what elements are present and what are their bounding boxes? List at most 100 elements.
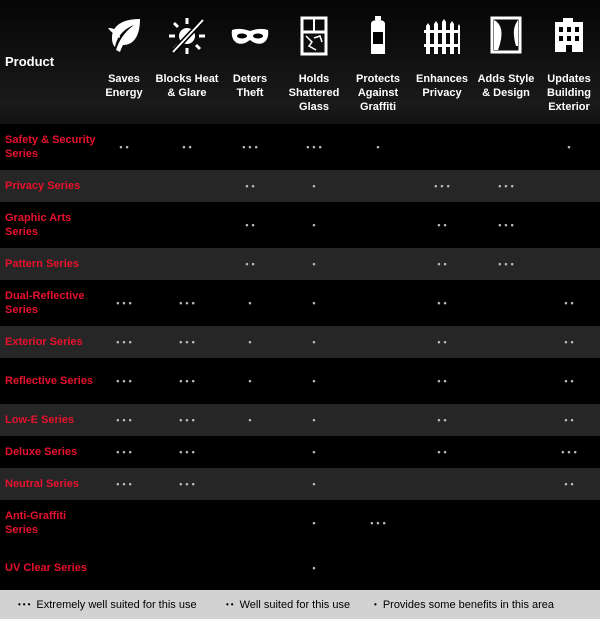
rating-dots: ••	[564, 376, 577, 386]
rating-dots: •	[376, 142, 383, 152]
column-label: Protects Against Graffiti	[355, 73, 401, 113]
rating-dots: •	[248, 376, 255, 386]
rating-dots: ••	[437, 376, 450, 386]
row-series-name[interactable]: Anti-Graffiti Series	[5, 509, 100, 537]
table-row: Privacy Series •• • ••• •••	[0, 170, 600, 202]
rating-dots: •	[248, 337, 255, 347]
product-column-header: Product	[5, 54, 55, 69]
row-series-name[interactable]: Deluxe Series	[5, 445, 100, 459]
rating-dots: •••	[561, 447, 580, 457]
row-series-name[interactable]: Dual-Reflective Series	[5, 289, 100, 317]
column-saves-energy: Saves Energy	[92, 0, 156, 124]
rating-dots: •	[312, 563, 319, 573]
row-series-name[interactable]: Pattern Series	[5, 257, 100, 271]
rating-dots: •••	[116, 447, 135, 457]
rating-dots: ••	[564, 337, 577, 347]
row-series-name[interactable]: Low-E Series	[5, 413, 100, 427]
table-row: Neutral Series ••• ••• • ••	[0, 468, 600, 500]
rating-dots: •	[248, 298, 255, 308]
rating-dots: •••	[306, 142, 325, 152]
rating-dots: •	[312, 376, 319, 386]
row-series-name[interactable]: Reflective Series	[5, 374, 100, 388]
rating-dots: •	[312, 447, 319, 457]
table-row: Exterior Series ••• ••• • • •• ••	[0, 326, 600, 358]
curtain-window-icon	[486, 16, 526, 56]
rating-dots: •	[312, 181, 319, 191]
row-series-name[interactable]: Neutral Series	[5, 477, 100, 491]
legend-item-extremely: ••• Extremely well suited for this use	[18, 590, 197, 619]
column-blocks-heat: Blocks Heat & Glare	[155, 0, 219, 124]
table-row: Pattern Series •• • •• •••	[0, 248, 600, 280]
legend-text: Extremely well suited for this use	[36, 598, 197, 611]
legend-text: Well suited for this use	[239, 598, 351, 611]
rating-dots: •	[248, 415, 255, 425]
row-series-name[interactable]: Safety & Security Series	[5, 133, 100, 161]
building-icon	[549, 16, 589, 56]
rating-dots: •	[312, 298, 319, 308]
rating-dots: •••	[179, 298, 198, 308]
film-comparison-table: Product Saves Energy Blocks Heat & Glare…	[0, 0, 600, 619]
table-row: Anti-Graffiti Series • •••	[0, 500, 600, 546]
table-row: Deluxe Series ••• ••• • •• •••	[0, 436, 600, 468]
spray-can-icon	[358, 16, 398, 56]
rating-dots: ••	[564, 415, 577, 425]
rating-dots: •	[567, 142, 574, 152]
rating-dots: •••	[434, 181, 453, 191]
table-row: Dual-Reflective Series ••• ••• • • •• ••	[0, 280, 600, 326]
column-label: Adds Style & Design	[477, 73, 535, 99]
table-row: Safety & Security Series •• •• ••• ••• •…	[0, 124, 600, 170]
rating-dots: •••	[179, 447, 198, 457]
rating-dots: ••	[119, 142, 132, 152]
row-series-name[interactable]: Graphic Arts Series	[5, 211, 100, 239]
shattered-window-icon	[294, 16, 334, 56]
sun-blocked-icon	[167, 16, 207, 56]
legend-dots: •••	[18, 600, 33, 609]
rating-dots: •	[312, 479, 319, 489]
rating-dots: ••	[564, 298, 577, 308]
rating-dots: •••	[116, 376, 135, 386]
row-series-name[interactable]: Exterior Series	[5, 335, 100, 349]
leaf-icon	[104, 16, 144, 56]
rating-dots: ••	[182, 142, 195, 152]
column-label: Holds Shattered Glass	[288, 73, 340, 113]
rating-dots: •••	[498, 259, 517, 269]
rating-dots: •••	[242, 142, 261, 152]
legend-dots: ••	[226, 600, 236, 609]
legend-item-some: • Provides some benefits in this area	[374, 590, 554, 619]
rating-dots: •••	[370, 518, 389, 528]
column-label: Updates Building Exterior	[547, 73, 591, 113]
column-graffiti: Protects Against Graffiti	[346, 0, 410, 124]
column-deters-theft: Deters Theft	[218, 0, 282, 124]
rating-dots: •••	[116, 479, 135, 489]
column-privacy: Enhances Privacy	[410, 0, 474, 124]
rating-dots: ••	[437, 220, 450, 230]
table-header: Product Saves Energy Blocks Heat & Glare…	[0, 0, 600, 124]
bandit-mask-icon	[230, 16, 270, 56]
fence-icon	[422, 16, 462, 56]
rating-dots: •••	[179, 376, 198, 386]
table-row: Low-E Series ••• ••• • • •• ••	[0, 404, 600, 436]
rating-dots: •	[312, 337, 319, 347]
rating-dots: •••	[179, 479, 198, 489]
rating-dots: ••	[245, 181, 258, 191]
rating-dots: •	[312, 220, 319, 230]
legend-dots: •	[374, 600, 379, 609]
rating-dots: ••	[437, 415, 450, 425]
row-series-name[interactable]: UV Clear Series	[5, 561, 100, 575]
table-row: UV Clear Series •	[0, 546, 600, 590]
column-label: Saves Energy	[105, 73, 143, 99]
rating-dots: •	[312, 415, 319, 425]
row-series-name[interactable]: Privacy Series	[5, 179, 100, 193]
column-exterior: Updates Building Exterior	[537, 0, 600, 124]
legend-text: Provides some benefits in this area	[382, 598, 555, 611]
rating-dots: •••	[498, 220, 517, 230]
table-row: Graphic Arts Series •• • •• •••	[0, 202, 600, 248]
rating-dots: ••	[437, 259, 450, 269]
legend-item-well: •• Well suited for this use	[226, 590, 350, 619]
rating-dots: ••	[437, 337, 450, 347]
table-row: Reflective Series ••• ••• • • •• ••	[0, 358, 600, 404]
rating-dots: •••	[179, 337, 198, 347]
column-style: Adds Style & Design	[474, 0, 538, 124]
rating-dots: •••	[116, 337, 135, 347]
column-label: Enhances Privacy	[416, 73, 468, 99]
